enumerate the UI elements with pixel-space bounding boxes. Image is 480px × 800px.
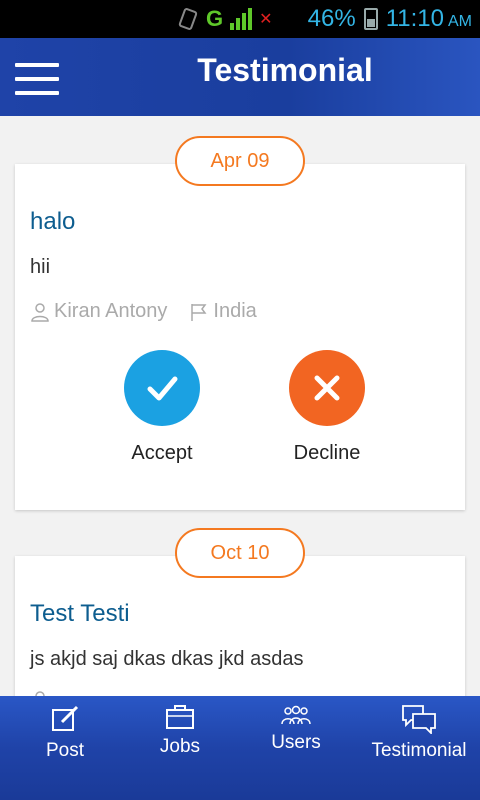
- close-icon: [289, 350, 365, 426]
- nav-users[interactable]: Users: [236, 696, 356, 800]
- battery-icon: [363, 8, 378, 30]
- nav-testimonial-label: Testimonial: [371, 740, 467, 761]
- accept-button[interactable]: Accept: [102, 350, 222, 465]
- signal-icon: [230, 8, 253, 30]
- testimonial-meta: Kiran Antony India: [30, 300, 257, 323]
- date-badge: Oct 10: [175, 528, 305, 578]
- testimonial-title: halo: [30, 208, 76, 235]
- decline-button[interactable]: Decline: [267, 350, 387, 465]
- edit-icon: [52, 705, 79, 731]
- flag-icon: [191, 303, 207, 321]
- testimonial-list[interactable]: Apr 09 halo hii Kiran Antony India Accep…: [0, 116, 480, 696]
- nav-jobs-label: Jobs: [159, 736, 201, 757]
- testimonial-body: js akjd saj dkas dkas jkd asdas: [30, 648, 304, 670]
- decline-label: Decline: [293, 442, 361, 464]
- chat-bubbles-icon: [402, 705, 436, 734]
- status-icons-right: 46% 11:10 AM: [308, 4, 472, 34]
- user-icon: [31, 302, 49, 322]
- location-text: India: [213, 300, 257, 322]
- sim-error-icon: ✕: [259, 11, 273, 28]
- nav-post[interactable]: Post: [0, 696, 130, 800]
- accept-label: Accept: [131, 442, 193, 464]
- testimonial-body: hii: [30, 256, 51, 278]
- page-title: Testimonial: [197, 52, 373, 88]
- vibrate-icon: [178, 8, 198, 30]
- checkmark-icon: [124, 350, 200, 426]
- nav-jobs[interactable]: Jobs: [120, 696, 240, 800]
- testimonial-card: halo hii Kiran Antony India Accept Decli…: [15, 164, 465, 510]
- battery-percent: 46%: [307, 5, 356, 32]
- testimonial-title: Test Testi: [30, 600, 130, 627]
- author-name: Kiran Antony: [54, 300, 168, 322]
- briefcase-icon: [166, 705, 194, 729]
- clock-ampm: AM: [448, 13, 472, 30]
- status-icons-left: G ✕: [176, 6, 273, 32]
- app-bar: Testimonial: [0, 38, 480, 116]
- bottom-navigation: Post Jobs Users Testimonial: [0, 696, 480, 800]
- users-icon: [281, 705, 311, 725]
- nav-post-label: Post: [45, 740, 85, 761]
- location: India: [189, 300, 257, 323]
- network-type: G: [206, 6, 224, 31]
- nav-testimonial[interactable]: Testimonial: [358, 696, 480, 800]
- date-badge: Apr 09: [175, 136, 305, 186]
- clock-time: 11:10: [385, 5, 444, 32]
- status-bar: G ✕ 46% 11:10 AM: [0, 0, 480, 38]
- nav-users-label: Users: [271, 732, 321, 753]
